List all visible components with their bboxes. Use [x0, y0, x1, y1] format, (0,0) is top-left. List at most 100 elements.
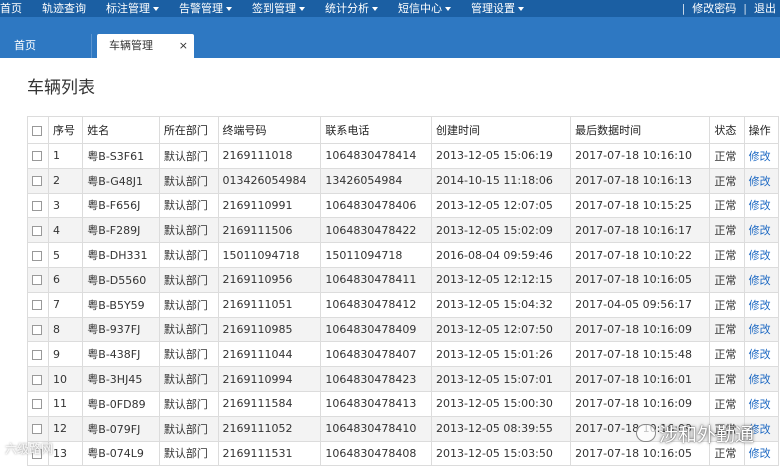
table-cell: 粤B-074L9 [82, 440, 160, 466]
table-cell: 粤B-F656J [82, 192, 160, 219]
column-header: 操作 [743, 116, 780, 144]
nav-item-label: 短信中心 [398, 2, 442, 15]
page-title: 车辆列表 [27, 78, 95, 98]
nav-item-6[interactable]: 短信中心 [398, 1, 451, 16]
row-checkbox[interactable] [32, 176, 42, 187]
table-cell: 2013-12-05 12:12:15 [430, 266, 572, 293]
row-checkbox[interactable] [32, 225, 42, 236]
edit-link[interactable]: 修改 [743, 143, 780, 169]
row-checkbox[interactable] [32, 424, 42, 435]
top-nav-bar: 首页 轨迹查询 标注管理 告警管理 签到管理 统计分析 短信中心 管理设置 | 修改密码 | … [0, 0, 780, 17]
table-cell: 1064830478414 [320, 143, 432, 169]
row-select-cell [26, 415, 50, 442]
edit-link[interactable]: 修改 [743, 266, 780, 293]
watermark-left: 六级路网 [5, 442, 54, 456]
nav-item-7[interactable]: 管理设置 [471, 1, 524, 16]
table-row: 1 粤B-S3F61 默认部门 2169111018 1064830478414 2013… [26, 143, 780, 169]
row-select-cell [26, 341, 50, 368]
row-checkbox[interactable] [32, 349, 42, 360]
column-header: 状态 [709, 116, 745, 144]
edit-link[interactable]: 修改 [743, 291, 780, 318]
table-row: 2 粤B-G48J1 默认部门 013426054984 13426054984 2014… [26, 167, 780, 194]
table-cell: 15011094718 [217, 242, 322, 268]
table-cell: 默认部门 [158, 192, 219, 219]
table-cell: 4 [48, 217, 84, 244]
nav-item-label: 首页 [0, 2, 22, 15]
logout-link[interactable]: 退出 [754, 1, 776, 16]
edit-link[interactable]: 修改 [743, 217, 780, 244]
chevron-down-icon [445, 7, 451, 11]
row-select-cell [26, 390, 50, 417]
tab-vehicle-management[interactable]: 车辆管理 × [97, 34, 194, 58]
table-cell: 2169111506 [217, 217, 322, 244]
table-cell: 10 [48, 366, 84, 392]
table-cell: 2017-07-18 10:16:09 [570, 316, 711, 343]
table-cell: 13426054984 [320, 167, 432, 194]
table-cell: 2013-12-05 12:07:50 [430, 316, 572, 343]
row-select-cell [26, 143, 50, 169]
row-checkbox[interactable] [32, 250, 42, 261]
table-cell: 默认部门 [158, 143, 219, 169]
column-header: 姓名 [82, 116, 160, 144]
select-all-checkbox[interactable] [32, 125, 42, 136]
table-cell: 粤B-S3F61 [82, 143, 160, 169]
edit-link[interactable]: 修改 [743, 167, 780, 194]
nav-item-5[interactable]: 统计分析 [325, 1, 378, 16]
row-checkbox[interactable] [32, 300, 42, 311]
table-cell: 1064830478411 [320, 266, 432, 293]
nav-item-label: 标注管理 [106, 2, 150, 15]
table-cell: 粤B-DH331 [82, 242, 160, 268]
table-cell: 默认部门 [158, 266, 219, 293]
table-row: 4 粤B-F289J 默认部门 2169111506 1064830478422 2013… [26, 217, 780, 244]
row-select-cell [26, 217, 50, 244]
table-cell: 2169110991 [217, 192, 322, 219]
table-cell: 粤B-0FD89 [82, 390, 160, 417]
table-cell: 2169111531 [217, 440, 322, 466]
row-checkbox[interactable] [32, 399, 42, 410]
table-cell: 默认部门 [158, 341, 219, 368]
edit-link[interactable]: 修改 [743, 192, 780, 219]
edit-link[interactable]: 修改 [743, 242, 780, 268]
edit-link[interactable]: 修改 [743, 366, 780, 392]
row-checkbox[interactable] [32, 275, 42, 286]
nav-item-1[interactable]: 轨迹查询 [42, 1, 86, 16]
table-cell: 正常 [709, 390, 745, 417]
row-select-cell [26, 167, 50, 194]
table-cell: 2013-12-05 15:00:30 [430, 390, 572, 417]
table-cell: 2169110994 [217, 366, 322, 392]
edit-link[interactable]: 修改 [743, 316, 780, 343]
row-select-cell [26, 316, 50, 343]
table-cell: 1064830478409 [320, 316, 432, 343]
table-cell: 粤B-B5Y59 [82, 291, 160, 318]
row-checkbox[interactable] [32, 151, 42, 162]
separator: | [743, 2, 747, 15]
table-cell: 2169110956 [217, 266, 322, 293]
table-cell: 1064830478408 [320, 440, 432, 466]
close-icon[interactable]: × [179, 34, 188, 58]
table-cell: 1064830478422 [320, 217, 432, 244]
table-cell: 2017-07-18 10:15:48 [570, 341, 711, 368]
change-password-link[interactable]: 修改密码 [692, 1, 736, 16]
nav-item-0[interactable]: 首页 [0, 1, 22, 16]
edit-link[interactable]: 修改 [743, 390, 780, 417]
edit-link[interactable]: 修改 [743, 341, 780, 368]
chevron-down-icon [299, 7, 305, 11]
nav-item-3[interactable]: 告警管理 [179, 1, 232, 16]
table-cell: 2017-07-18 10:16:01 [570, 366, 711, 392]
row-checkbox[interactable] [32, 200, 42, 211]
row-select-cell [26, 242, 50, 268]
table-cell: 默认部门 [158, 440, 219, 466]
table-cell: 2017-07-18 10:16:17 [570, 217, 711, 244]
table-row: 5 粤B-DH331 默认部门 15011094718 15011094718 2016-… [26, 242, 780, 268]
row-checkbox[interactable] [32, 324, 42, 335]
table-cell: 默认部门 [158, 415, 219, 442]
nav-item-label: 统计分析 [325, 2, 369, 15]
nav-item-4[interactable]: 签到管理 [252, 1, 305, 16]
table-cell: 013426054984 [217, 167, 322, 194]
table-row: 8 粤B-937FJ 默认部门 2169110985 1064830478409 2013… [26, 316, 780, 343]
row-checkbox[interactable] [32, 374, 42, 385]
nav-item-2[interactable]: 标注管理 [106, 1, 159, 16]
table-cell: 2016-08-04 09:59:46 [430, 242, 572, 268]
table-cell: 默认部门 [158, 242, 219, 268]
tab-home[interactable]: 首页 [0, 34, 92, 58]
